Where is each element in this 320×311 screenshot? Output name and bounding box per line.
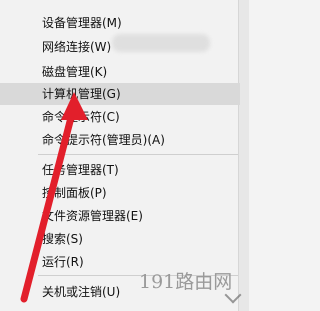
menu-item-control-panel[interactable]: 控制面板(P) xyxy=(0,182,240,204)
menu-item-command-prompt-admin[interactable]: 命令提示符(管理员)(A) xyxy=(0,129,240,151)
menu-item-search[interactable]: 搜索(S) xyxy=(0,228,240,250)
watermark: 191路由网 xyxy=(139,271,233,293)
menu-item-device-manager[interactable]: 设备管理器(M) xyxy=(0,12,240,34)
menu-item-command-prompt[interactable]: 命令提示符(C) xyxy=(0,106,240,128)
menu-item-computer-management[interactable]: 计算机管理(G) xyxy=(0,83,240,105)
menu-item-task-manager[interactable]: 任务管理器(T) xyxy=(0,159,240,181)
menu-separator xyxy=(38,154,238,155)
menu-item-file-explorer[interactable]: 文件资源管理器(E) xyxy=(0,205,240,227)
menu-item-disk-management[interactable]: 磁盘管理(K) xyxy=(0,61,240,83)
blurred-region xyxy=(112,34,210,52)
context-menu: 设备管理器(M) 网络连接(W) 磁盘管理(K) 计算机管理(G) 命令提示符(… xyxy=(0,0,249,311)
